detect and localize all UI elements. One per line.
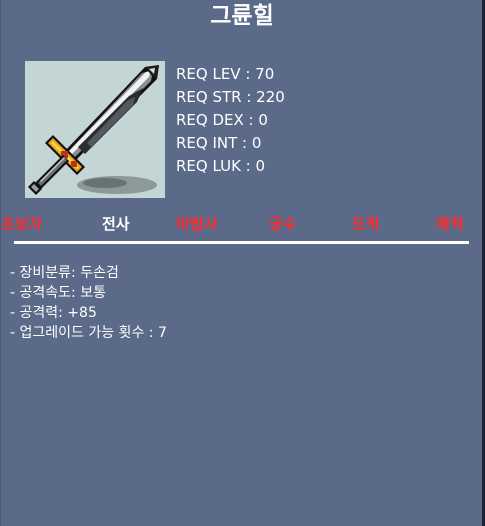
sword-icon — [28, 65, 159, 195]
divider — [14, 241, 469, 244]
req-level: REQ LEV : 70 — [176, 65, 275, 83]
req-luk: REQ LUK : 0 — [176, 157, 266, 175]
job-beginner: 초보자 — [1, 215, 43, 233]
prop-equip-category: - 장비분류: 두손검 — [10, 265, 119, 281]
req-int: REQ INT : 0 — [176, 134, 262, 152]
prop-attack-power: - 공격력: +85 — [10, 305, 97, 321]
job-bowman: 궁수 — [269, 215, 297, 233]
job-requirements: 초보자 전사 마법사 궁수 도적 해적 — [1, 213, 483, 239]
job-pirate: 해적 — [436, 215, 464, 233]
job-thief: 도적 — [352, 215, 380, 233]
requirements-list: REQ LEV : 70 REQ STR : 220 REQ DEX : 0 R… — [176, 63, 285, 178]
item-icon-frame — [25, 61, 165, 198]
item-tooltip-panel: 그륜힐 REQ LEV: 70 REQ STR: 220 REQ DEX:… — [0, 0, 485, 526]
item-name: 그륜힐 — [210, 3, 274, 29]
req-str: REQ STR : 220 — [176, 88, 285, 106]
item-properties: - 장비분류: 두손검 - 공격속도: 보통 - 공격력: +85 - 업그레이… — [10, 263, 167, 343]
prop-attack-speed: - 공격속도: 보통 — [10, 285, 106, 301]
req-dex: REQ DEX : 0 — [176, 111, 268, 129]
job-warrior: 전사 — [102, 215, 130, 233]
job-magician: 마법사 — [176, 215, 218, 233]
prop-upgrade-slots: - 업그레이드 가능 횟수 : 7 — [10, 325, 167, 341]
